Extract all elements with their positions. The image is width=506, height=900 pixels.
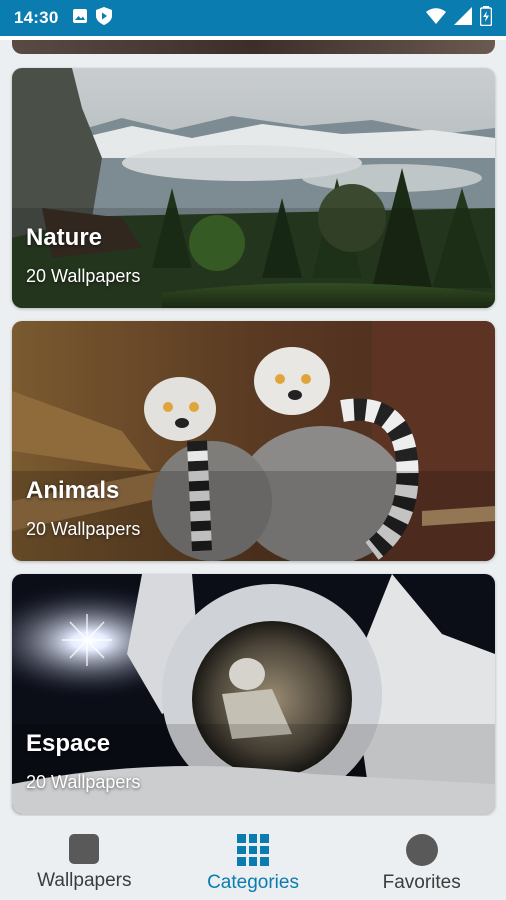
category-card-animals[interactable]: Animals 20 Wallpapers [12, 321, 495, 561]
nav-label: Wallpapers [37, 870, 132, 891]
category-list[interactable]: Nature 20 Wallpapers Animals 20 Wallpape… [0, 40, 506, 816]
nav-label: Favorites [382, 872, 461, 893]
nav-categories[interactable]: Categories [169, 816, 338, 900]
nav-favorites[interactable]: Favorites [337, 816, 506, 900]
nav-wallpapers[interactable]: Wallpapers [0, 816, 169, 900]
status-bar: 14:30 [0, 0, 506, 36]
category-title: Espace [26, 730, 111, 757]
battery-icon [479, 5, 493, 31]
play-shield-icon [96, 6, 113, 30]
square-icon [69, 834, 100, 864]
wifi-icon [426, 7, 446, 29]
nav-label: Categories [207, 872, 299, 893]
category-count: 20 Wallpapers [26, 519, 141, 539]
signal-icon [454, 6, 472, 30]
category-count: 20 Wallpapers [26, 266, 141, 286]
category-title: Animals [26, 477, 120, 504]
category-card-espace[interactable]: Espace 20 Wallpapers [12, 574, 495, 814]
grid-icon [237, 834, 269, 866]
circle-icon [405, 834, 438, 866]
status-time: 14:30 [14, 8, 59, 27]
category-card-partial[interactable] [12, 40, 495, 54]
bottom-navigation: Wallpapers Categories Favorites [0, 816, 506, 900]
category-card-nature[interactable]: Nature 20 Wallpapers [12, 68, 495, 308]
category-count: 20 Wallpapers [26, 772, 141, 792]
category-title: Nature [26, 224, 103, 251]
gallery-icon [72, 8, 88, 29]
